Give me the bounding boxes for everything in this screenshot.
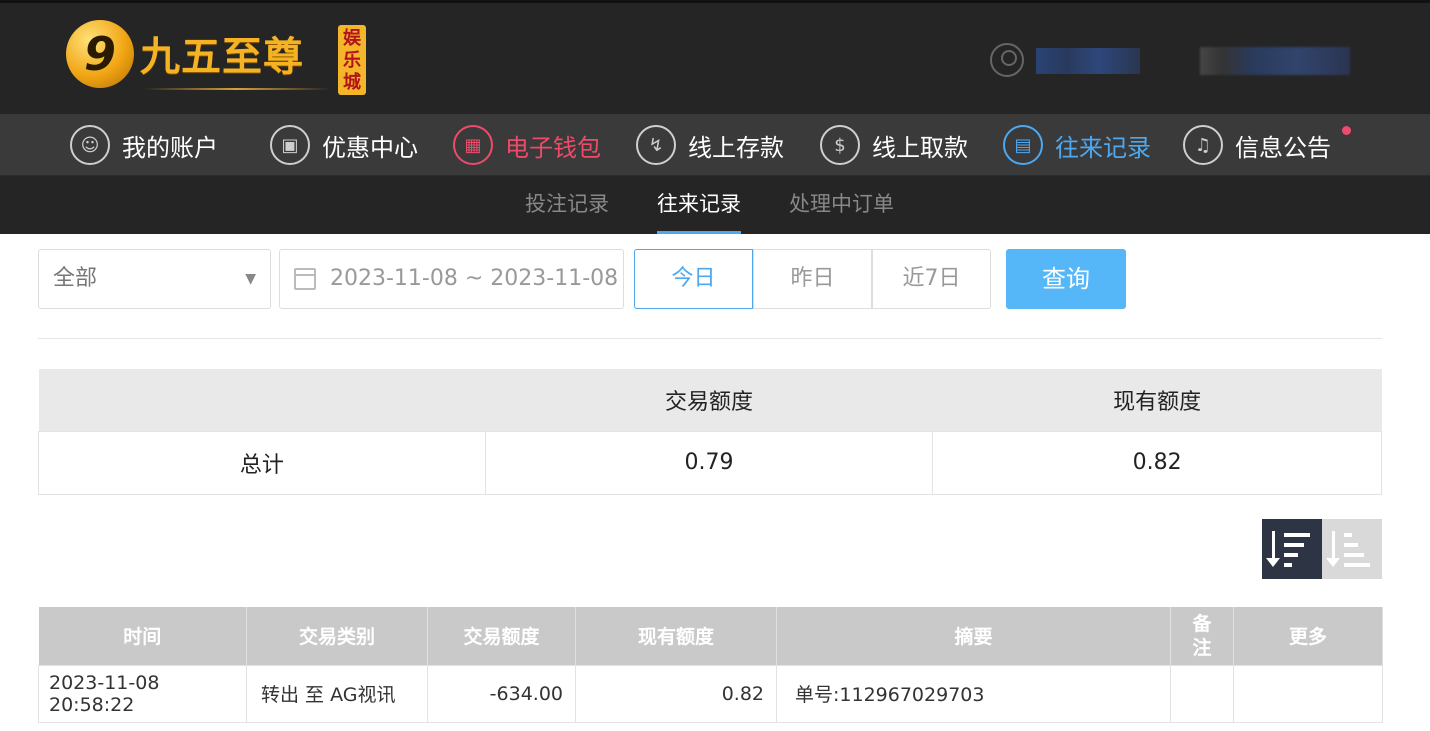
user-icon: ☺ bbox=[70, 125, 110, 165]
top-header: 9 九五至尊 娱乐城 bbox=[0, 0, 1430, 114]
sort-asc-button[interactable] bbox=[1322, 519, 1382, 579]
nav-my-account[interactable]: ☺ 我的账户 bbox=[70, 114, 218, 176]
sort-bar bbox=[1284, 563, 1292, 567]
main-nav: ☺ 我的账户 ▣ 优惠中心 ▦ 电子钱包 ↯ 线上存款 $ 线上取款 ▤ 往来记… bbox=[0, 114, 1430, 176]
nav-label: 线上存款 bbox=[688, 133, 784, 162]
yesterday-button[interactable]: 昨日 bbox=[753, 249, 872, 309]
cell-more[interactable] bbox=[1233, 664, 1383, 723]
col-header-time: 时间 bbox=[38, 607, 247, 665]
sort-bar bbox=[1344, 543, 1358, 547]
notification-dot bbox=[1342, 126, 1351, 135]
summary-header-blank bbox=[38, 369, 486, 431]
col-header-balance: 现有额度 bbox=[575, 607, 777, 665]
cell-time: 2023-11-08 20:58:22 bbox=[38, 664, 247, 723]
nav-online-withdraw[interactable]: $ 线上取款 bbox=[820, 114, 968, 176]
sort-bar bbox=[1284, 553, 1298, 557]
calendar-icon bbox=[294, 268, 316, 290]
summary-table: 交易额度 现有额度 总计 0.79 0.82 bbox=[38, 369, 1382, 495]
date-range-input[interactable]: 2023-11-08 ~ 2023-11-08 bbox=[279, 249, 624, 309]
sort-asc-icon bbox=[1326, 531, 1340, 567]
cell-note bbox=[1170, 664, 1234, 723]
cell-type: 转出 至 AG视讯 bbox=[246, 664, 428, 723]
type-select[interactable]: 全部 ▼ bbox=[38, 249, 271, 309]
chevron-down-icon: ▼ bbox=[245, 271, 256, 287]
logo-mark: 9 bbox=[66, 20, 134, 88]
query-button[interactable]: 查询 bbox=[1006, 249, 1126, 309]
tab-bet-records[interactable]: 投注记录 bbox=[525, 176, 609, 234]
tab-transaction-records[interactable]: 往来记录 bbox=[657, 176, 741, 234]
brand-logo[interactable]: 9 九五至尊 娱乐城 bbox=[66, 20, 371, 100]
nav-online-deposit[interactable]: ↯ 线上存款 bbox=[636, 114, 784, 176]
sort-bar bbox=[1344, 563, 1370, 567]
user-avatar-icon[interactable] bbox=[990, 43, 1024, 77]
col-header-note: 备注 bbox=[1170, 607, 1234, 665]
username-redacted bbox=[1036, 48, 1140, 74]
brand-sub: 娱乐城 bbox=[338, 25, 366, 95]
col-header-type: 交易类别 bbox=[246, 607, 428, 665]
sort-bar bbox=[1344, 533, 1352, 537]
cell-balance: 0.82 bbox=[575, 664, 777, 723]
nav-e-wallet[interactable]: ▦ 电子钱包 bbox=[453, 114, 601, 176]
withdraw-icon: $ bbox=[820, 125, 860, 165]
logo-ornament-line bbox=[144, 88, 330, 90]
nav-label: 信息公告 bbox=[1235, 133, 1331, 162]
balance-redacted bbox=[1200, 47, 1350, 75]
nav-label: 往来记录 bbox=[1055, 133, 1151, 162]
today-button[interactable]: 今日 bbox=[634, 249, 753, 309]
nav-label: 电子钱包 bbox=[505, 133, 601, 162]
bell-icon: ♫ bbox=[1183, 125, 1223, 165]
table-row: 2023-11-08 20:58:22 转出 至 AG视讯 -634.00 0.… bbox=[38, 664, 1383, 723]
summary-total-label: 总计 bbox=[38, 430, 486, 495]
cell-amount: -634.00 bbox=[427, 664, 576, 723]
sort-bar bbox=[1284, 543, 1304, 547]
filter-bar: 全部 ▼ 2023-11-08 ~ 2023-11-08 今日 昨日 近7日 查… bbox=[0, 248, 1430, 310]
last-7-days-button[interactable]: 近7日 bbox=[872, 249, 991, 309]
cell-summary: 单号:112967029703 bbox=[776, 664, 1171, 723]
col-header-more: 更多 bbox=[1233, 607, 1383, 665]
sort-desc-button[interactable] bbox=[1262, 519, 1322, 579]
records-icon: ▤ bbox=[1003, 125, 1043, 165]
sort-bar bbox=[1284, 533, 1310, 537]
col-header-amount: 交易额度 bbox=[427, 607, 576, 665]
col-header-summary: 摘要 bbox=[776, 607, 1171, 665]
tab-pending-orders[interactable]: 处理中订单 bbox=[789, 176, 894, 234]
gift-icon: ▣ bbox=[270, 125, 310, 165]
summary-current-amount: 0.82 bbox=[932, 430, 1382, 495]
nav-label: 我的账户 bbox=[122, 133, 218, 162]
nav-label: 线上取款 bbox=[872, 133, 968, 162]
summary-header-trade: 交易额度 bbox=[485, 369, 933, 431]
date-range-value: 2023-11-08 ~ 2023-11-08 bbox=[330, 266, 619, 291]
wallet-icon: ▦ bbox=[453, 125, 493, 165]
brand-name: 九五至尊 bbox=[140, 33, 304, 80]
nav-announcements[interactable]: ♫ 信息公告 bbox=[1183, 114, 1331, 176]
summary-trade-amount: 0.79 bbox=[484, 430, 934, 495]
sort-desc-icon bbox=[1266, 531, 1280, 567]
divider bbox=[38, 338, 1382, 339]
records-table: 时间 交易类别 交易额度 现有额度 摘要 备注 更多 2023-11-08 20… bbox=[38, 607, 1383, 723]
type-select-value: 全部 bbox=[53, 266, 98, 291]
sub-nav: 投注记录 往来记录 处理中订单 bbox=[0, 176, 1430, 234]
nav-records[interactable]: ▤ 往来记录 bbox=[1003, 114, 1151, 176]
nav-label: 优惠中心 bbox=[322, 133, 418, 162]
deposit-icon: ↯ bbox=[636, 125, 676, 165]
nav-promotions[interactable]: ▣ 优惠中心 bbox=[270, 114, 418, 176]
summary-header-current: 现有额度 bbox=[932, 369, 1382, 431]
sort-bar bbox=[1344, 553, 1364, 557]
